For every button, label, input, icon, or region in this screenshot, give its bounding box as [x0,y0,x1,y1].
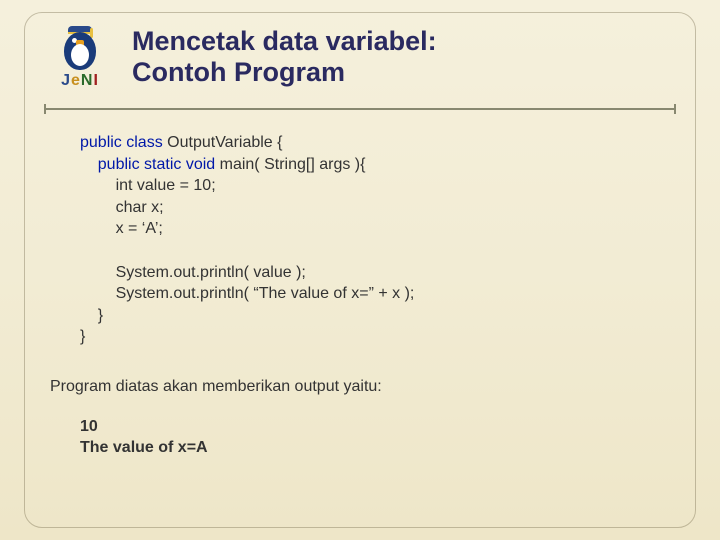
code-text: OutputVariable { [167,134,282,151]
logo-text: JeNI [61,72,99,90]
logo: JeNI [40,26,120,90]
description-text: Program diatas akan memberikan output ya… [50,376,660,398]
logo-letter-n: N [81,72,94,89]
code-text: System.out.println( “The value of x=” + … [80,285,414,302]
title-block: Mencetak data variabel: Contoh Program [132,22,680,88]
code-text: System.out.println( value ); [80,264,306,281]
title-line-1: Mencetak data variabel: [132,26,437,56]
code-kw: public static void [80,156,220,173]
code-text: x = ‘A’; [80,220,163,237]
code-text: main( String[] args ){ [220,156,366,173]
code-text: } [80,307,103,324]
output-line-2: The value of x=A [80,437,660,459]
code-text: int value = 10; [80,177,216,194]
code-text: } [80,328,85,345]
code-block: public class OutputVariable { public sta… [80,132,660,348]
logo-letter-i: I [93,72,98,89]
header: JeNI Mencetak data variabel: Contoh Prog… [40,22,680,90]
code-kw: public class [80,134,167,151]
logo-letter-j: J [61,72,71,89]
content-area: public class OutputVariable { public sta… [80,132,660,459]
title-line-2: Contoh Program [132,57,345,87]
mascot-icon [56,26,104,74]
code-text: char x; [80,199,164,216]
output-line-1: 10 [80,416,660,438]
slide-title: Mencetak data variabel: Contoh Program [132,26,680,88]
output-block: 10 The value of x=A [80,416,660,459]
logo-letter-e: e [71,72,81,89]
title-divider [44,108,676,110]
